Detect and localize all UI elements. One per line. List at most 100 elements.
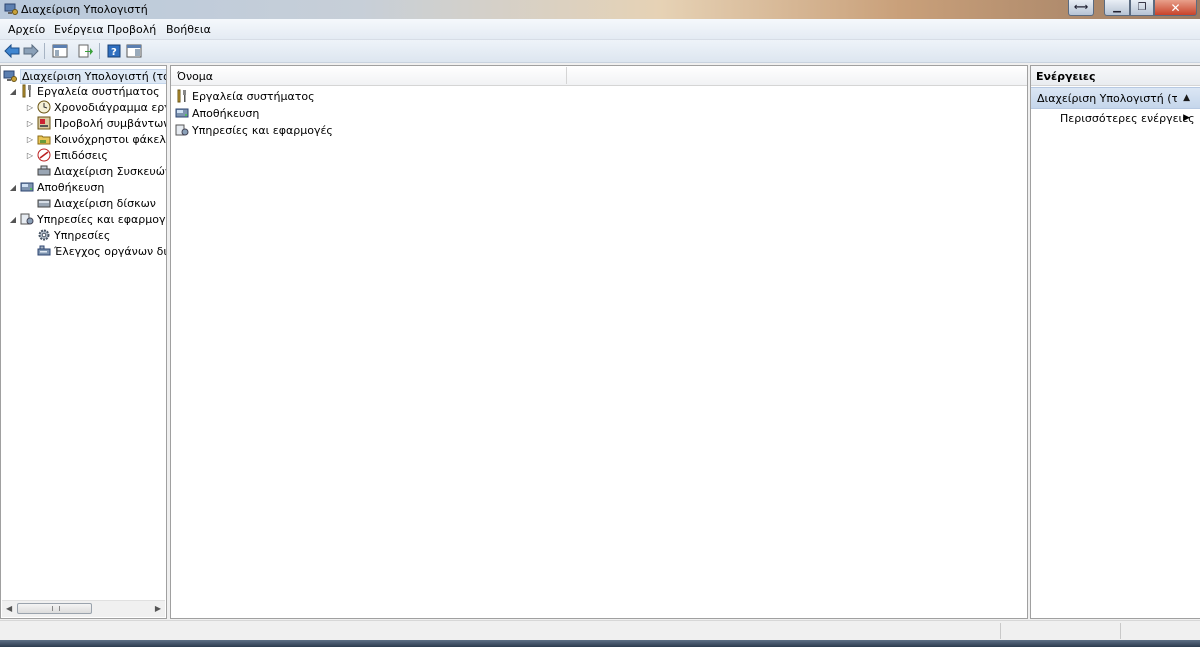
tree-item-label: Έλεγχος οργάνων διαχε bbox=[54, 244, 167, 258]
show-hide-console-tree-button[interactable] bbox=[51, 42, 69, 60]
tree-item-label: Αποθήκευση bbox=[37, 180, 105, 194]
tools-icon bbox=[177, 89, 186, 103]
collapse-arrow-icon[interactable]: ◢ bbox=[9, 87, 17, 96]
horizontal-scrollbar[interactable]: ◀ ▶ bbox=[2, 600, 165, 617]
performance-icon bbox=[37, 148, 51, 162]
tree-item-label: Υπηρεσίες και εφαρμογές bbox=[37, 212, 167, 226]
collapse-arrow-icon[interactable]: ◢ bbox=[9, 215, 17, 224]
tree-item-event-viewer[interactable]: ▷ Προβολή συμβάντων bbox=[26, 115, 167, 131]
switch-window-button[interactable]: ⟷ bbox=[1068, 0, 1094, 16]
menu-view[interactable]: Προβολή bbox=[107, 23, 156, 36]
help-button[interactable]: ? bbox=[105, 42, 123, 60]
svg-text:?: ? bbox=[111, 47, 117, 58]
action-pane-icon bbox=[126, 44, 142, 58]
scroll-right-icon[interactable]: ▶ bbox=[155, 604, 161, 613]
tree-item-label: Χρονοδιάγραμμα εργασ bbox=[54, 100, 166, 114]
toolbar-separator bbox=[99, 43, 100, 59]
shared-folder-icon bbox=[37, 135, 51, 145]
tree-item-performance[interactable]: ▷ Επιδόσεις bbox=[26, 147, 108, 163]
tree-item-label: Προβολή συμβάντων bbox=[54, 116, 167, 130]
forward-arrow-icon bbox=[23, 44, 39, 58]
toolbar: ? bbox=[0, 40, 1200, 63]
tree-item-task-scheduler[interactable]: ▷ Χρονοδιάγραμμα εργασ bbox=[26, 99, 166, 115]
menu-file[interactable]: Αρχείο bbox=[8, 23, 45, 36]
back-button[interactable] bbox=[3, 42, 21, 60]
collapse-arrow-icon[interactable]: ◢ bbox=[9, 183, 17, 192]
column-header-name[interactable]: Όνομα bbox=[177, 70, 213, 83]
restore-icon: ❐ bbox=[1137, 2, 1147, 13]
scroll-left-icon[interactable]: ◀ bbox=[6, 604, 12, 613]
expand-arrow-icon[interactable]: ▷ bbox=[26, 151, 34, 160]
minimize-button[interactable]: ▁ bbox=[1104, 0, 1130, 16]
show-hide-action-pane-button[interactable] bbox=[125, 42, 143, 60]
services-apps-icon bbox=[175, 124, 189, 136]
console-tree-pane: Διαχείριση Υπολογιστή (τοπικ ◢ Εργαλεία … bbox=[0, 65, 167, 619]
collapse-up-icon[interactable]: ▲ bbox=[1183, 93, 1190, 103]
list-item-system-tools[interactable]: Εργαλεία συστήματος bbox=[175, 88, 315, 104]
help-icon: ? bbox=[107, 44, 121, 58]
export-icon bbox=[78, 44, 93, 58]
forward-button[interactable] bbox=[22, 42, 40, 60]
list-item-storage[interactable]: Αποθήκευση bbox=[175, 105, 259, 121]
disk-icon bbox=[37, 199, 51, 208]
clock-icon bbox=[37, 100, 51, 114]
more-actions-item[interactable]: Περισσότερες ενέργειες bbox=[1060, 112, 1195, 125]
status-divider bbox=[1120, 623, 1121, 639]
tree-item-services-and-applications[interactable]: ◢ Υπηρεσίες και εφαρμογές bbox=[9, 211, 167, 227]
tree-item-storage[interactable]: ◢ Αποθήκευση bbox=[9, 179, 104, 195]
tree-item-wmi-control[interactable]: Έλεγχος οργάνων διαχε bbox=[26, 243, 167, 259]
expand-arrow-icon[interactable]: ▷ bbox=[26, 119, 34, 128]
storage-icon bbox=[175, 108, 189, 118]
close-button[interactable]: ✕ bbox=[1154, 0, 1197, 16]
back-arrow-icon bbox=[4, 44, 20, 58]
expand-arrow-icon[interactable]: ▷ bbox=[26, 135, 34, 144]
console-tree-icon bbox=[52, 44, 68, 58]
tree-item-label: Εργαλεία συστήματος bbox=[37, 84, 160, 98]
actions-pane: Ενέργειες Διαχείριση Υπολογιστή (το... ▲… bbox=[1030, 65, 1200, 619]
export-list-button[interactable] bbox=[77, 42, 95, 60]
column-divider[interactable] bbox=[566, 67, 567, 84]
submenu-arrow-icon[interactable]: ▶ bbox=[1183, 113, 1190, 123]
gear-icon bbox=[38, 229, 50, 241]
column-header: Όνομα bbox=[171, 66, 1027, 86]
list-item-services-and-applications[interactable]: Υπηρεσίες και εφαρμογές bbox=[175, 122, 333, 138]
actions-section-computer-management[interactable]: Διαχείριση Υπολογιστή (το... ▲ bbox=[1031, 87, 1200, 109]
actions-section-label: Διαχείριση Υπολογιστή (το... bbox=[1037, 92, 1177, 105]
list-item-label: Υπηρεσίες και εφαρμογές bbox=[192, 123, 333, 137]
close-icon: ✕ bbox=[1170, 0, 1181, 15]
expand-arrow-icon[interactable]: ▷ bbox=[26, 103, 34, 112]
swap-arrows-icon: ⟷ bbox=[1073, 2, 1089, 13]
menu-bar: Αρχείο Ενέργεια Προβολή Βοήθεια bbox=[0, 19, 1200, 40]
tree-item-label: Διαχείριση Υπολογιστή (τοπικ bbox=[20, 68, 166, 84]
tools-icon bbox=[22, 84, 31, 98]
tree-item-label: Υπηρεσίες bbox=[54, 228, 111, 242]
actions-title: Ενέργειες bbox=[1036, 70, 1096, 83]
tree-item-label: Διαχείριση δίσκων bbox=[54, 196, 156, 210]
title-bar: Διαχείριση Υπολογιστή ⟷ ▁ ❐ ✕ bbox=[0, 0, 1200, 19]
wmi-icon bbox=[37, 245, 51, 256]
tree-item-services[interactable]: Υπηρεσίες bbox=[26, 227, 110, 243]
taskbar bbox=[0, 640, 1200, 647]
status-divider bbox=[1000, 623, 1001, 639]
tree-item-shared-folders[interactable]: ▷ Κοινόχρηστοι φάκελοι bbox=[26, 131, 166, 147]
scrollbar-thumb[interactable] bbox=[17, 603, 92, 614]
actions-header: Ενέργειες bbox=[1031, 66, 1200, 86]
menu-action[interactable]: Ενέργεια bbox=[54, 23, 103, 36]
minimize-icon: ▁ bbox=[1113, 2, 1121, 13]
menu-help[interactable]: Βοήθεια bbox=[166, 23, 211, 36]
computer-management-icon bbox=[3, 70, 17, 82]
tree-item-label: Διαχείριση Συσκευών bbox=[54, 164, 167, 178]
event-viewer-icon bbox=[37, 116, 51, 130]
list-item-label: Αποθήκευση bbox=[192, 106, 260, 120]
tree-item-computer-management[interactable]: Διαχείριση Υπολογιστή (τοπικ bbox=[3, 68, 166, 84]
device-manager-icon bbox=[37, 165, 51, 176]
list-item-label: Εργαλεία συστήματος bbox=[192, 89, 315, 103]
tree-item-disk-management[interactable]: Διαχείριση δίσκων bbox=[26, 195, 156, 211]
services-apps-icon bbox=[20, 213, 34, 225]
tree-item-device-manager[interactable]: Διαχείριση Συσκευών bbox=[26, 163, 167, 179]
tree-item-system-tools[interactable]: ◢ Εργαλεία συστήματος bbox=[9, 83, 160, 99]
tree-item-label: Επιδόσεις bbox=[54, 148, 108, 162]
maximize-button[interactable]: ❐ bbox=[1130, 0, 1154, 16]
status-bar bbox=[0, 620, 1200, 641]
toolbar-separator bbox=[44, 43, 45, 59]
